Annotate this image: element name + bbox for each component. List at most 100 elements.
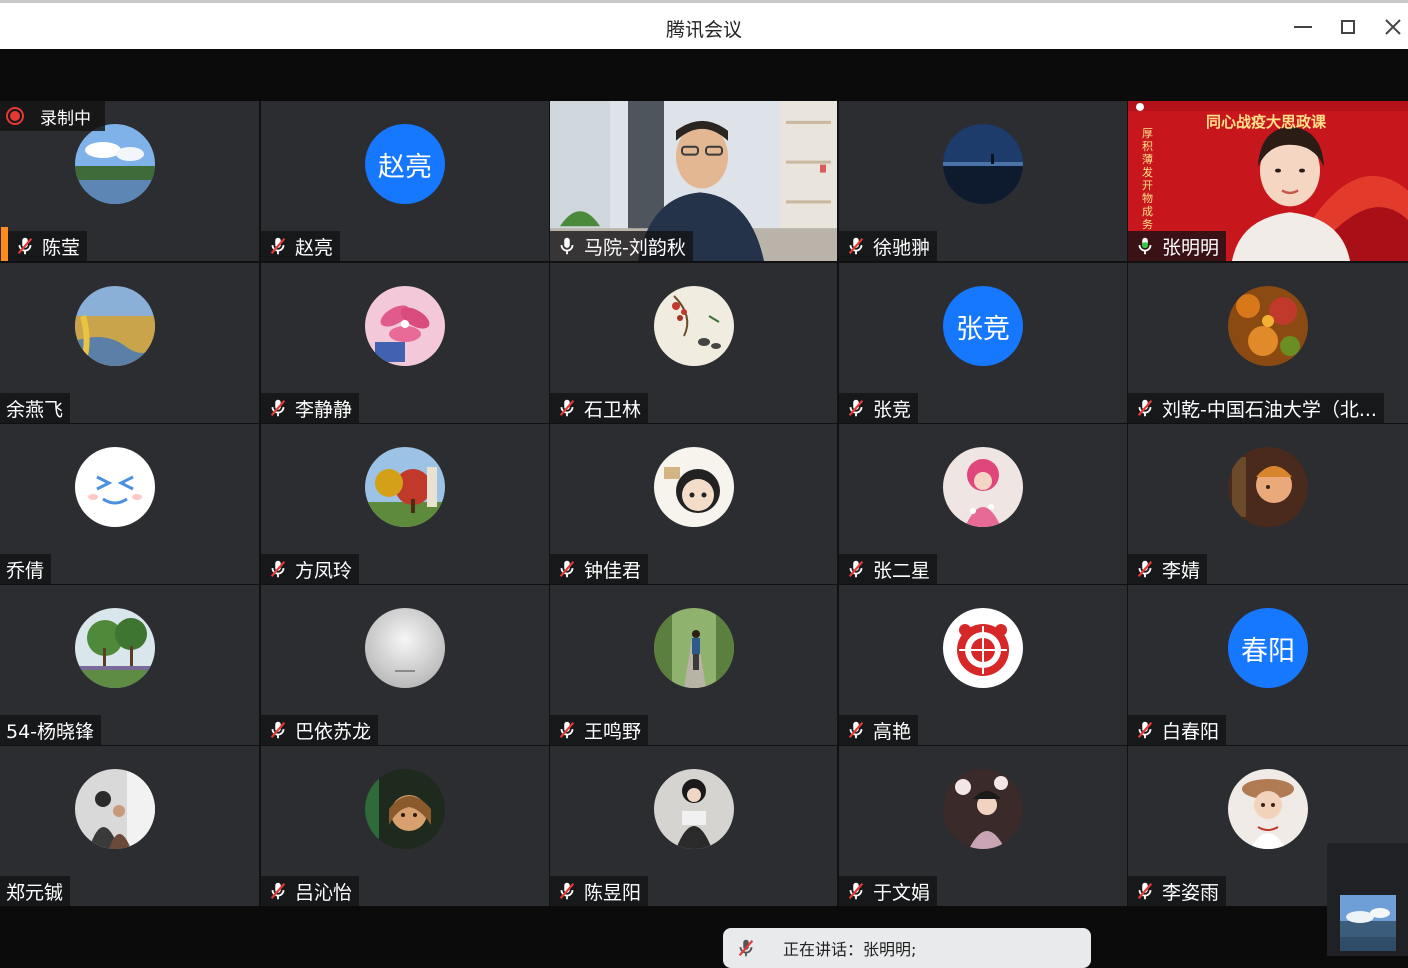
avatar (654, 286, 734, 366)
participant-tile[interactable]: 赵亮 赵亮 (261, 101, 549, 261)
participant-name-tag: 李婧 (1128, 554, 1208, 584)
participant-name-tag: 王鸣野 (550, 715, 649, 745)
participant-name-tag: 钟佳君 (550, 554, 649, 584)
participant-name-tag: 陈昱阳 (550, 876, 649, 906)
banner-title: 同心战疫大思政课 (1206, 113, 1327, 131)
close-button[interactable] (1375, 9, 1408, 45)
participant-tile[interactable]: 高艳 (839, 585, 1127, 745)
participant-name: 石卫林 (584, 398, 642, 421)
participant-name-tag: 白春阳 (1128, 715, 1227, 745)
participant-name-tag: 李静静 (261, 393, 360, 423)
participant-name: 高艳 (873, 720, 912, 743)
participant-name-tag: 徐驰翀 (839, 231, 938, 261)
avatar (1228, 447, 1308, 527)
participant-tile[interactable]: 石卫林 (550, 263, 837, 423)
participant-name: 郑元铖 (6, 881, 64, 904)
mic-muted-icon (559, 560, 575, 578)
participant-name: 刘乾-中国石油大学（北... (1162, 398, 1377, 421)
participant-name: 徐驰翀 (873, 236, 931, 259)
participant-name: 白春阳 (1162, 720, 1220, 743)
participant-name-tag: 于文娟 (839, 876, 938, 906)
self-view-panel[interactable] (1327, 843, 1408, 956)
participant-tile[interactable]: 春阳白春阳 (1128, 585, 1408, 745)
participant-tile[interactable]: 李婧 (1128, 424, 1408, 584)
avatar (943, 608, 1023, 688)
speaking-indicator: 正在讲话：张明明; (723, 928, 1091, 968)
participant-name: 吕沁怡 (295, 881, 353, 904)
mic-muted-icon (17, 237, 33, 255)
participant-tile[interactable]: 王鸣野 (550, 585, 837, 745)
participant-tile[interactable]: 54-杨晓锋 (0, 585, 259, 745)
avatar (1228, 769, 1308, 849)
mic-icon (560, 237, 574, 255)
participant-tile[interactable]: 郑元铖 (0, 746, 259, 906)
avatar (1228, 286, 1308, 366)
participant-tile[interactable]: 刘乾-中国石油大学（北... (1128, 263, 1408, 423)
maximize-button[interactable] (1330, 9, 1366, 45)
maximize-icon (1341, 20, 1355, 34)
avatar (943, 124, 1023, 204)
participant-tile[interactable]: 陈昱阳 (550, 746, 837, 906)
participant-tile[interactable]: 张二星 (839, 424, 1127, 584)
participant-tile[interactable]: 张竞 张竞 (839, 263, 1127, 423)
avatar (75, 608, 155, 688)
participant-name-tag: 余燕飞 (0, 393, 71, 423)
participant-tile[interactable]: 乔倩 (0, 424, 259, 584)
participant-name-tag: 马院-刘韵秋 (550, 231, 693, 261)
mic-muted-icon (1137, 721, 1153, 739)
participant-name: 巴依苏龙 (295, 720, 372, 743)
mic-muted-icon (848, 882, 864, 900)
avatar (75, 124, 155, 204)
participant-name: 钟佳君 (584, 559, 642, 582)
avatar (75, 769, 155, 849)
avatar (943, 447, 1023, 527)
participant-tile[interactable]: 钟佳君 (550, 424, 837, 584)
minimize-button[interactable] (1285, 9, 1321, 45)
bottom-bar (0, 906, 1408, 956)
participant-tile[interactable]: 吕沁怡 (261, 746, 549, 906)
mic-speaking-icon (1138, 237, 1152, 255)
participant-tile[interactable]: 同心战疫大思政课厚积薄发 开物成务 张明明 (1128, 101, 1408, 261)
participant-tile[interactable]: 巴依苏龙 (261, 585, 549, 745)
participant-name: 54-杨晓锋 (6, 720, 95, 743)
participant-name: 余燕飞 (6, 398, 64, 421)
banner-side-text: 厚积薄发 开物成务 (1142, 127, 1153, 231)
mic-muted-icon (848, 721, 864, 739)
recording-label: 录制中 (40, 108, 91, 129)
close-icon (1385, 19, 1401, 35)
participant-tile[interactable]: 余燕飞 (0, 263, 259, 423)
avatar (654, 769, 734, 849)
active-speaker-indicator (1, 227, 8, 261)
participant-name-tag: 郑元铖 (0, 876, 71, 906)
mic-muted-icon (1137, 399, 1153, 417)
avatar (654, 447, 734, 527)
participant-tile[interactable]: 徐驰翀 (839, 101, 1127, 261)
participant-name-tag: 54-杨晓锋 (0, 715, 102, 745)
participant-name: 张明明 (1162, 236, 1220, 259)
participant-name-tag: 陈莹 (8, 231, 88, 261)
participant-name: 张竞 (873, 398, 912, 421)
avatar (943, 769, 1023, 849)
participant-name-tag: 石卫林 (550, 393, 649, 423)
participant-tile[interactable]: 于文娟 (839, 746, 1127, 906)
recording-badge[interactable]: 录制中 (0, 101, 105, 131)
participant-name-tag: 张二星 (839, 554, 938, 584)
participant-name: 方凤玲 (295, 559, 353, 582)
avatar-initials: 张竞 (943, 286, 1023, 366)
minimize-icon (1294, 26, 1312, 28)
participant-name: 李姿雨 (1162, 881, 1220, 904)
participant-name-tag: 赵亮 (261, 231, 341, 261)
participant-name: 李静静 (295, 398, 353, 421)
record-icon (6, 107, 24, 125)
window-title: 腾讯会议 (665, 19, 742, 41)
participant-name-tag: 李姿雨 (1128, 876, 1227, 906)
participant-tile[interactable]: 马院-刘韵秋 (550, 101, 837, 261)
participant-name: 马院-刘韵秋 (584, 236, 686, 259)
participant-tile[interactable]: 方凤玲 (261, 424, 549, 584)
participant-tile[interactable]: 李静静 (261, 263, 549, 423)
self-view-thumbnail (1340, 895, 1396, 951)
participant-name: 赵亮 (295, 236, 334, 259)
avatar-initials: 春阳 (1228, 608, 1308, 688)
mic-muted-icon (848, 399, 864, 417)
participant-name: 李婧 (1162, 559, 1201, 582)
